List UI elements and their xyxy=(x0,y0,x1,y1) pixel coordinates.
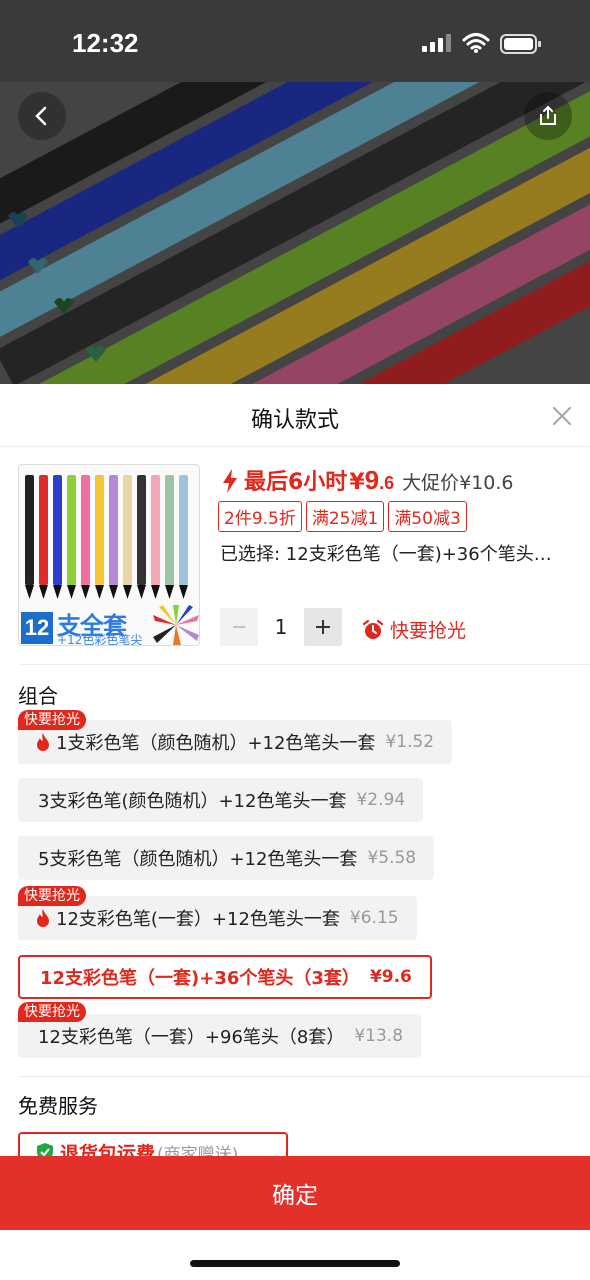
decrease-button[interactable] xyxy=(220,608,258,646)
chevron-left-icon xyxy=(35,106,47,126)
combo-option-5-selected[interactable]: 12支彩色笔（一套)+36个笔头（3套） ¥9.6 xyxy=(18,955,432,999)
section-divider xyxy=(18,1076,590,1077)
quantity-value[interactable]: 1 xyxy=(258,615,304,639)
sheet-title: 确认款式 xyxy=(250,408,339,433)
combo-option-label: 12支彩色笔(一套）+12色笔头一套 xyxy=(56,909,340,930)
coupon-list: 2件9.5折 满25减1 满50减3 xyxy=(218,501,467,532)
coupon-tag[interactable]: 2件9.5折 xyxy=(218,501,302,532)
cellular-signal-icon xyxy=(422,34,451,52)
combo-option-2[interactable]: 3支彩色笔(颜色随机）+12色笔头一套 ¥2.94 xyxy=(18,778,424,822)
combo-section-title: 组合 xyxy=(18,684,58,708)
share-button[interactable] xyxy=(524,92,572,140)
price-integer: 9 xyxy=(364,465,380,495)
status-time: 12:32 xyxy=(72,28,139,58)
combo-option-3[interactable]: 5支彩色笔（颜色随机）+12色笔头一套 ¥5.58 xyxy=(18,836,435,880)
thumb-count-badge: 12 xyxy=(21,612,53,644)
status-bar: 12:32 xyxy=(0,0,590,82)
thumb-sub-text: +12色彩色笔尖 xyxy=(57,633,143,646)
combo-option-label: 3支彩色笔(颜色随机）+12色笔头一套 xyxy=(38,791,347,812)
lightning-icon xyxy=(223,469,237,493)
combo-option-price: ¥2.94 xyxy=(356,790,406,810)
stock-warning: 快要抢光 xyxy=(362,616,466,643)
stock-tag: 快要抢光 xyxy=(18,1002,86,1022)
nib-fan-image xyxy=(153,605,199,645)
minus-icon xyxy=(233,626,245,628)
price-decimal: .6 xyxy=(379,473,395,493)
fire-icon xyxy=(37,909,49,927)
home-indicator[interactable] xyxy=(190,1260,400,1267)
stock-warning-text: 快要抢光 xyxy=(390,620,467,642)
back-button[interactable] xyxy=(18,92,66,140)
confirm-button[interactable]: 确定 xyxy=(0,1156,590,1230)
combo-option-price: ¥13.8 xyxy=(354,1026,404,1046)
price-symbol: ¥ xyxy=(349,470,365,495)
alarm-clock-icon xyxy=(362,619,384,639)
wifi-icon xyxy=(462,33,490,53)
battery-icon xyxy=(500,34,541,54)
share-icon xyxy=(540,105,556,125)
combo-option-price: ¥1.52 xyxy=(385,732,435,752)
selected-variant-text: 已选择: 12支彩色笔（一套)+36个笔头… xyxy=(220,544,552,565)
close-icon[interactable] xyxy=(550,404,574,428)
countdown-text: 最后6小时 xyxy=(244,470,348,495)
fire-icon xyxy=(37,733,49,751)
combo-option-price: ¥6.15 xyxy=(349,908,399,928)
increase-button[interactable] xyxy=(304,608,342,646)
combo-option-label: 1支彩色笔（颜色随机）+12色笔头一套 xyxy=(56,733,376,754)
combo-option-label: 12支彩色笔（一套）+96笔头（8套） xyxy=(38,1027,345,1048)
promo-price: 大促价¥10.6 xyxy=(402,472,514,494)
product-image-hero: 12:32 xyxy=(0,0,590,384)
combo-option-label: 5支彩色笔（颜色随机）+12色笔头一套 xyxy=(38,849,358,870)
combo-option-price: ¥5.58 xyxy=(367,848,417,868)
plus-icon xyxy=(316,620,330,634)
coupon-tag[interactable]: 满25减1 xyxy=(305,501,385,532)
sku-selection-sheet: 确认款式 12 支全套 +12色彩色笔尖 最后6小时 ¥ 9 .6 大促价¥10… xyxy=(0,384,590,1280)
product-thumbnail[interactable]: 12 支全套 +12色彩色笔尖 xyxy=(18,464,200,646)
coupon-tag[interactable]: 满50减3 xyxy=(388,501,467,532)
pens-thumbnail-image xyxy=(25,475,188,599)
service-section-title: 免费服务 xyxy=(18,1094,98,1118)
stock-tag: 快要抢光 xyxy=(18,710,86,730)
combo-option-price: ¥9.6 xyxy=(369,967,412,987)
stock-tag: 快要抢光 xyxy=(18,886,86,906)
combo-option-label: 12支彩色笔（一套)+36个笔头（3套） xyxy=(40,968,360,989)
quantity-stepper: 1 xyxy=(220,608,342,646)
header-divider xyxy=(0,446,590,447)
price-row: 最后6小时 ¥ 9 .6 大促价¥10.6 xyxy=(222,464,514,498)
section-divider xyxy=(18,664,590,665)
